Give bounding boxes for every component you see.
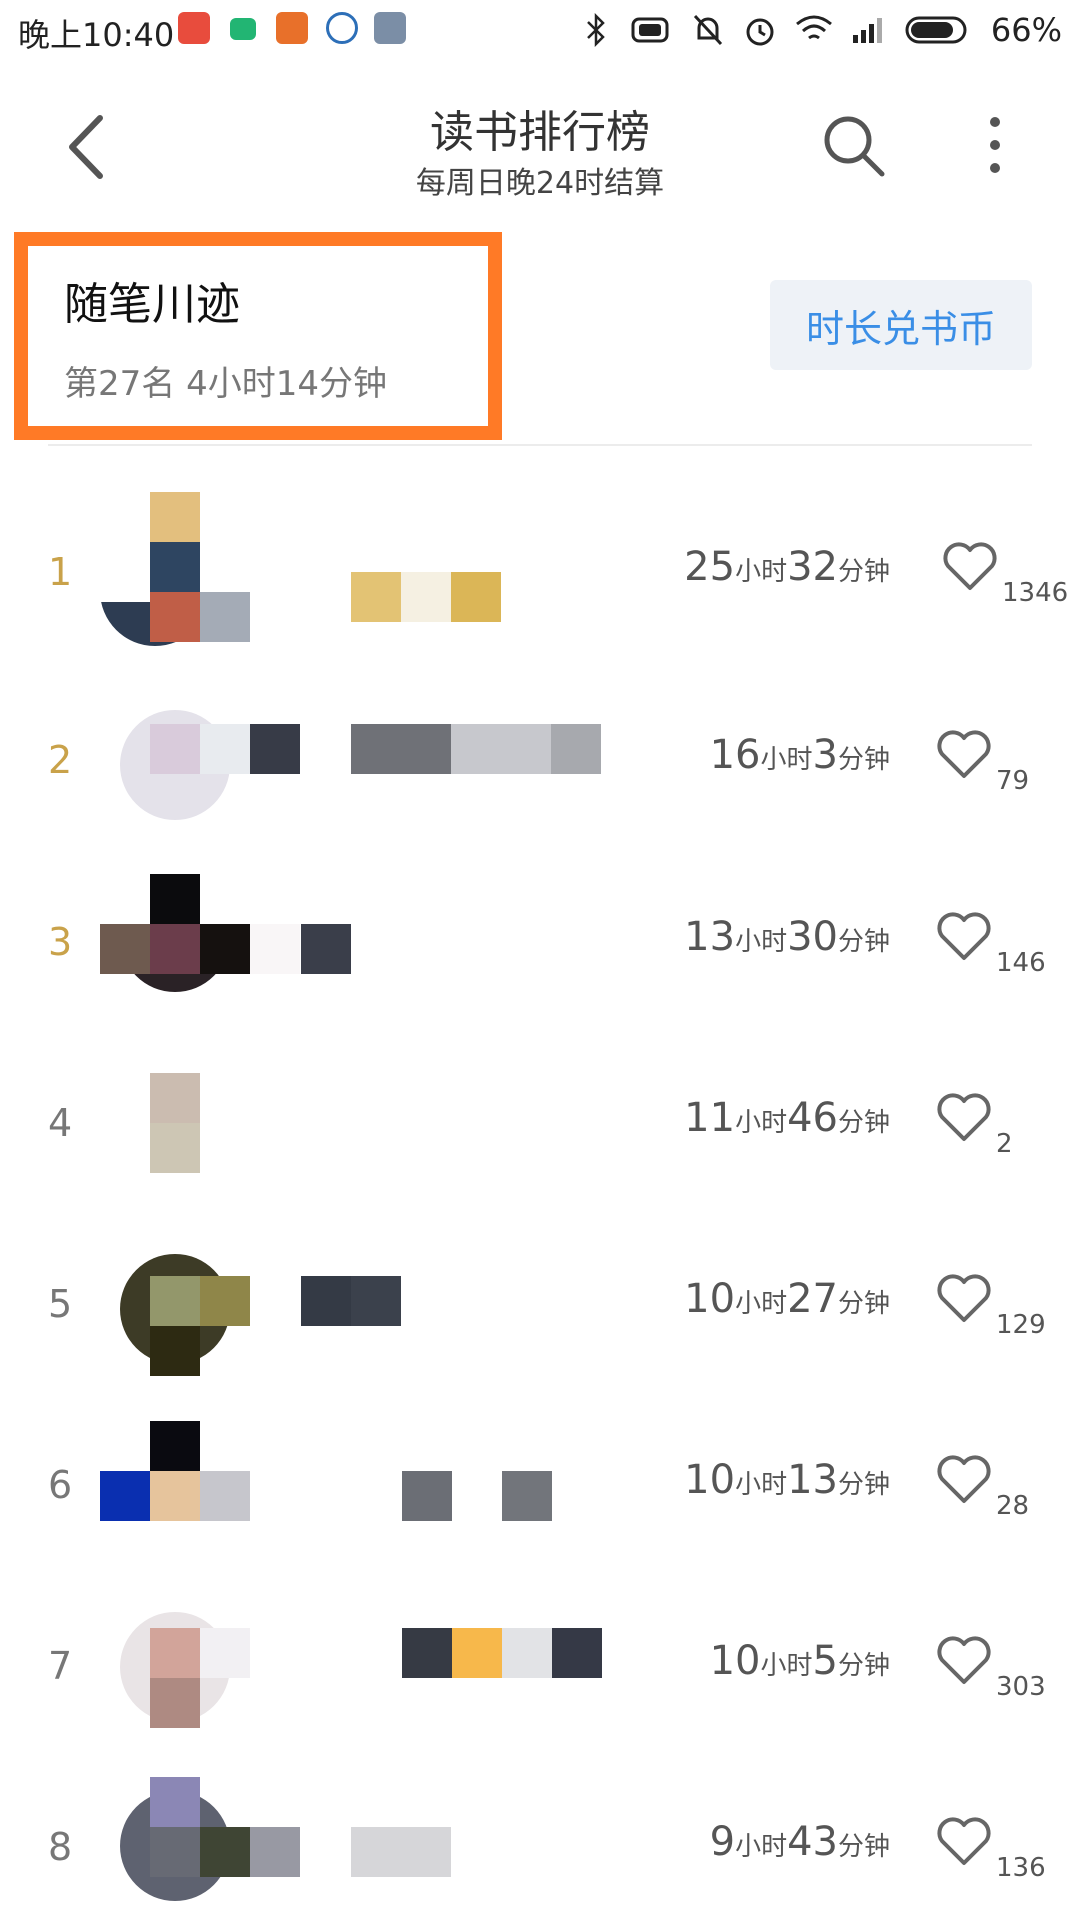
hour-unit: 小时 (735, 1108, 788, 1138)
minute-unit: 分钟 (837, 927, 890, 957)
duration-minutes: 3 (812, 732, 838, 778)
duration-minutes: 13 (787, 1457, 838, 1503)
hour-unit: 小时 (760, 1651, 813, 1681)
reading-duration: 9小时43分钟 (710, 1819, 890, 1865)
search-icon[interactable] (820, 112, 886, 178)
reading-duration: 13小时30分钟 (684, 914, 890, 960)
notification-app-icon (276, 12, 308, 44)
page-subtitle: 每周日晚24时结算 (415, 166, 665, 201)
rank-number: 2 (48, 738, 73, 782)
duration-minutes: 30 (787, 914, 838, 960)
duration-hours: 16 (709, 732, 761, 778)
minute-unit: 分钟 (837, 1289, 890, 1319)
duration-hours: 10 (709, 1638, 761, 1684)
notification-app-icon (374, 12, 406, 44)
signal-icon (852, 18, 882, 43)
heart-icon[interactable] (936, 1091, 992, 1143)
heart-icon[interactable] (936, 1815, 992, 1867)
minute-unit: 分钟 (837, 1832, 890, 1862)
heart-icon[interactable] (936, 728, 992, 780)
duration-hours: 9 (709, 1819, 736, 1865)
reading-duration: 10小时5分钟 (710, 1638, 890, 1684)
my-rank-card: 随笔川迹 第27名 4小时14分钟 (14, 232, 502, 440)
leaderboard-row[interactable]: 1 25小时32分钟 1346 (0, 492, 1080, 672)
page-title: 读书排行榜 (430, 107, 650, 158)
divider (48, 444, 1032, 446)
status-right-group: 66% (583, 8, 1062, 52)
leaderboard-row[interactable]: 2 16小时3分钟 79 (0, 680, 1080, 860)
duration-minutes: 46 (787, 1095, 838, 1141)
heart-icon[interactable] (936, 1272, 992, 1324)
leaderboard-row[interactable]: 8 9小时43分钟 136 (0, 1767, 1080, 1920)
reading-duration: 10小时27分钟 (684, 1276, 890, 1322)
minute-unit: 分钟 (837, 745, 890, 775)
hour-unit: 小时 (760, 745, 813, 775)
notification-app-icon (178, 12, 210, 44)
hour-unit: 小时 (735, 1289, 788, 1319)
duration-hours: 13 (684, 914, 736, 960)
leaderboard-row[interactable]: 3 13小时30分钟 146 (0, 862, 1080, 1042)
duration-minutes: 27 (787, 1276, 838, 1322)
like-count: 129 (996, 1310, 1046, 1340)
battery-percent: 66% (990, 11, 1062, 49)
heart-icon[interactable] (936, 1453, 992, 1505)
minute-unit: 分钟 (837, 1108, 890, 1138)
like-count: 303 (996, 1672, 1046, 1702)
like-count: 146 (996, 948, 1046, 978)
duration-minutes: 5 (812, 1638, 838, 1684)
leaderboard-row[interactable]: 7 10小时5分钟 303 (0, 1586, 1080, 1766)
duration-minutes: 43 (787, 1819, 838, 1865)
rank-number: 4 (48, 1101, 73, 1145)
like-count: 2 (996, 1129, 1013, 1159)
hour-unit: 小时 (735, 927, 788, 957)
wifi-icon (795, 15, 832, 40)
status-bar: 晚上10:40 66% (0, 0, 1080, 62)
alarm-icon (746, 18, 774, 46)
status-time: 晚上10:40 (18, 16, 175, 54)
reading-duration: 11小时46分钟 (684, 1095, 890, 1141)
more-vertical-icon[interactable] (980, 112, 1010, 178)
hour-unit: 小时 (735, 1470, 788, 1500)
rank-number: 1 (48, 550, 73, 594)
rank-number: 7 (48, 1644, 73, 1688)
heart-icon[interactable] (936, 910, 992, 962)
duration-hours: 10 (684, 1276, 736, 1322)
rank-number: 3 (48, 920, 73, 964)
leaderboard-row[interactable]: 6 10小时13分钟 28 (0, 1405, 1080, 1585)
duration-hours: 10 (684, 1457, 736, 1503)
battery-icon (905, 16, 967, 44)
rank-number: 8 (48, 1825, 73, 1869)
like-count: 1346 (1002, 578, 1069, 608)
rank-number: 5 (48, 1282, 73, 1326)
notification-app-icon (230, 18, 256, 40)
like-count: 28 (996, 1491, 1030, 1521)
leaderboard-row[interactable]: 4 11小时46分钟 2 (0, 1043, 1080, 1223)
duration-hours: 25 (684, 544, 736, 590)
reading-duration: 10小时13分钟 (684, 1457, 890, 1503)
hour-unit: 小时 (735, 557, 788, 587)
exchange-coins-button[interactable]: 时长兑书币 (770, 280, 1032, 370)
bluetooth-icon (586, 13, 605, 47)
minute-unit: 分钟 (837, 1470, 890, 1500)
heart-icon[interactable] (936, 1634, 992, 1686)
minute-unit: 分钟 (837, 1651, 890, 1681)
rank-number: 6 (48, 1463, 73, 1507)
leaderboard-row[interactable]: 5 10小时27分钟 129 (0, 1224, 1080, 1404)
vibrate-icon (631, 17, 669, 43)
reading-leaderboard-screen: 晚上10:40 66% 读书排行榜 每周日晚24时结算 随笔川迹 第27名 4小… (0, 0, 1080, 1920)
my-username: 随笔川迹 (64, 279, 240, 330)
mute-bell-icon (693, 14, 722, 46)
my-rank-summary: 第27名 4小时14分钟 (64, 364, 387, 404)
reading-duration: 25小时32分钟 (684, 544, 890, 590)
notification-app-icon (326, 12, 358, 44)
like-count: 136 (996, 1853, 1046, 1883)
duration-minutes: 32 (787, 544, 838, 590)
minute-unit: 分钟 (837, 557, 890, 587)
heart-icon[interactable] (942, 540, 998, 592)
hour-unit: 小时 (735, 1832, 788, 1862)
reading-duration: 16小时3分钟 (710, 732, 890, 778)
like-count: 79 (996, 766, 1030, 796)
duration-hours: 11 (684, 1095, 736, 1141)
